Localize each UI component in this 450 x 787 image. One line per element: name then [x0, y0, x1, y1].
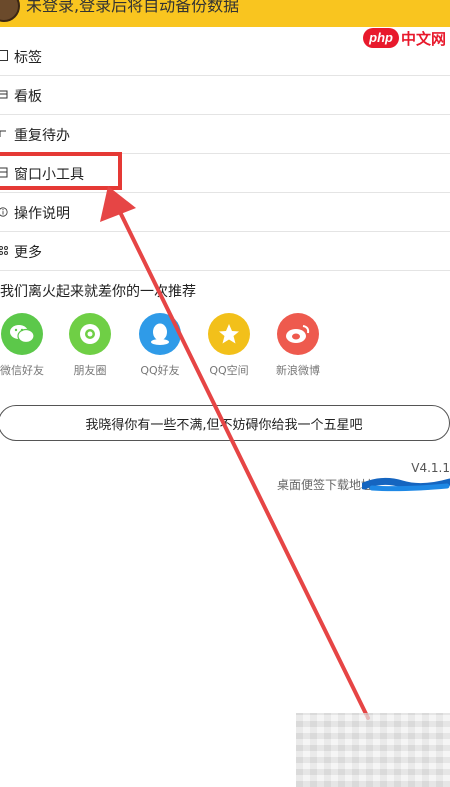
rate-five-star-button[interactable]: 我晓得你有一些不满,但不妨碍你给我一个五星吧 [0, 405, 450, 441]
info-icon [0, 206, 8, 217]
wechat-icon [1, 313, 43, 355]
redaction-scribble [362, 477, 450, 492]
menu-item-instructions[interactable]: 操作说明 [0, 193, 450, 232]
blurred-watermark [296, 713, 450, 787]
share-label: 微信好友 [0, 364, 44, 377]
moments-icon [69, 313, 111, 355]
qzone-icon [208, 313, 250, 355]
bookmark-icon [0, 50, 8, 61]
share-label: QQ空间 [209, 364, 249, 377]
weibo-icon [277, 313, 319, 355]
download-link[interactable]: 桌面便签下载地址 [277, 476, 373, 493]
share-label: 新浪微博 [276, 364, 320, 377]
menu-item-more[interactable]: 更多 [0, 232, 450, 271]
share-moments[interactable]: 朋友圈 [60, 313, 120, 378]
repeat-icon [0, 128, 8, 139]
menu-item-tags[interactable]: 标签 [0, 37, 450, 76]
highlight-box [0, 152, 122, 190]
share-qq[interactable]: QQ好友 [130, 313, 190, 378]
more-icon [0, 245, 8, 256]
menu-item-label: 看板 [14, 89, 42, 105]
share-qzone[interactable]: QQ空间 [199, 313, 259, 378]
menu-item-repeat-todo[interactable]: 重复待办 [0, 115, 450, 154]
share-wechat[interactable]: 微信好友 [0, 313, 52, 378]
menu-item-label: 重复待办 [14, 128, 70, 144]
avatar [0, 0, 20, 22]
share-title: 我们离火起来就差你的一次推荐 [0, 284, 196, 300]
version-text: V4.1.1 [411, 461, 450, 475]
menu-item-label: 更多 [14, 245, 42, 261]
board-icon [0, 89, 8, 100]
qq-icon [139, 313, 181, 355]
share-label: QQ好友 [140, 364, 180, 377]
login-banner[interactable]: 未登录,登录后将自动备份数据 [0, 0, 450, 27]
menu-item-label: 操作说明 [14, 206, 70, 222]
menu-item-board[interactable]: 看板 [0, 76, 450, 115]
login-banner-text: 未登录,登录后将自动备份数据 [26, 0, 240, 15]
menu-item-label: 标签 [14, 50, 42, 66]
share-label: 朋友圈 [73, 364, 107, 377]
share-weibo[interactable]: 新浪微博 [268, 313, 328, 378]
